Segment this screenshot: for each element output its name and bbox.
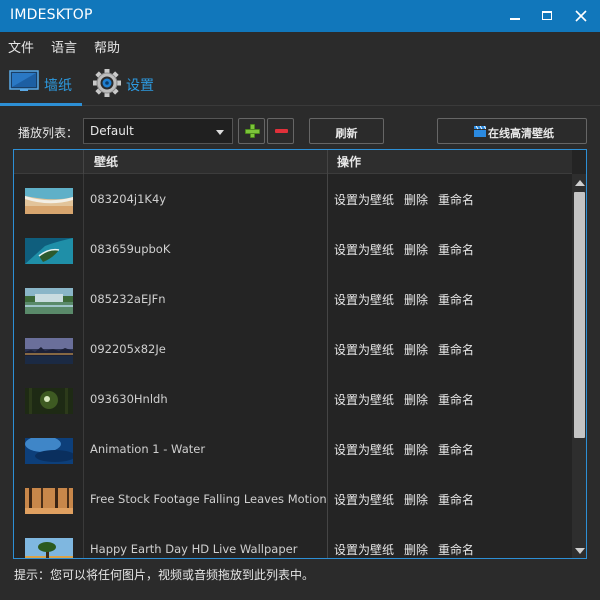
minimize-button[interactable] (498, 0, 532, 32)
tree-sky-thumbnail (25, 538, 73, 558)
wallpaper-table: 壁纸 操作 083204j1K4y 设置为壁纸 删除 重命名 083659upb… (13, 149, 587, 559)
beach-thumbnail (25, 188, 73, 214)
title-bar: IMDESKTOP (0, 0, 600, 32)
scroll-up-icon[interactable] (575, 180, 585, 186)
rename-link[interactable]: 重命名 (438, 291, 474, 308)
column-divider (83, 150, 84, 174)
set-wallpaper-link[interactable]: 设置为壁纸 (334, 541, 394, 558)
delete-link[interactable]: 删除 (404, 341, 428, 358)
menu-language[interactable]: 语言 (51, 37, 77, 56)
clapperboard-icon (474, 126, 486, 137)
add-playlist-button[interactable] (238, 118, 265, 144)
online-wallpaper-button[interactable]: 在线高清壁纸 (437, 118, 587, 144)
wallpaper-name: Happy Earth Day HD Live Wallpaper (90, 542, 298, 556)
delete-link[interactable]: 删除 (404, 291, 428, 308)
refresh-button[interactable]: 刷新 (309, 118, 384, 144)
table-row[interactable]: 093630Hnldh 设置为壁纸 删除 重命名 (14, 376, 572, 426)
forest-thumbnail (25, 388, 73, 414)
app-title: IMDESKTOP (10, 7, 93, 23)
playlist-select-value: Default (90, 124, 134, 138)
rename-link[interactable]: 重命名 (438, 241, 474, 258)
maximize-icon (542, 11, 552, 20)
wallpaper-name: 092205x82Je (90, 342, 166, 356)
monitor-icon (9, 70, 39, 91)
tab-wallpaper[interactable]: 墙纸 (0, 60, 82, 106)
wallpaper-name: Animation 1 - Water (90, 442, 206, 456)
table-row[interactable]: Happy Earth Day HD Live Wallpaper 设置为壁纸 … (14, 526, 572, 558)
playlist-label: 播放列表： (18, 126, 79, 140)
wallpaper-name: 093630Hnldh (90, 392, 168, 406)
rename-link[interactable]: 重命名 (438, 541, 474, 558)
chevron-down-icon (216, 130, 224, 135)
table-row[interactable]: 083659upboK 设置为壁纸 删除 重命名 (14, 226, 572, 276)
autumn-leaves-thumbnail (25, 488, 73, 514)
online-wallpaper-label: 在线高清壁纸 (488, 127, 554, 140)
header-wallpaper: 壁纸 (94, 155, 119, 169)
menu-bar: 文件 语言 帮助 (0, 32, 600, 58)
waterfall-thumbnail (25, 288, 73, 314)
playlist-select[interactable]: Default (83, 118, 233, 144)
rename-link[interactable]: 重命名 (438, 341, 474, 358)
gear-icon (93, 69, 121, 97)
menu-file[interactable]: 文件 (8, 37, 34, 56)
water-thumbnail (25, 438, 73, 464)
tab-settings-label: 设置 (126, 78, 154, 94)
set-wallpaper-link[interactable]: 设置为壁纸 (334, 241, 394, 258)
table-row[interactable]: Animation 1 - Water 设置为壁纸 删除 重命名 (14, 426, 572, 476)
remove-playlist-button[interactable] (267, 118, 294, 144)
vertical-scrollbar[interactable] (572, 174, 586, 558)
tab-wallpaper-label: 墙纸 (44, 78, 72, 94)
delete-link[interactable]: 删除 (404, 441, 428, 458)
delete-link[interactable]: 删除 (404, 491, 428, 508)
rename-link[interactable]: 重命名 (438, 391, 474, 408)
rename-link[interactable]: 重命名 (438, 441, 474, 458)
scrollbar-thumb[interactable] (574, 192, 585, 438)
set-wallpaper-link[interactable]: 设置为壁纸 (334, 191, 394, 208)
tab-settings[interactable]: 设置 (88, 60, 168, 106)
set-wallpaper-link[interactable]: 设置为壁纸 (334, 341, 394, 358)
set-wallpaper-link[interactable]: 设置为壁纸 (334, 391, 394, 408)
wallpaper-name: 085232aEJFn (90, 292, 166, 306)
minimize-icon (510, 18, 520, 20)
table-header: 壁纸 操作 (14, 150, 572, 174)
delete-link[interactable]: 删除 (404, 541, 428, 558)
delete-link[interactable]: 删除 (404, 241, 428, 258)
header-actions: 操作 (337, 155, 362, 169)
tab-bar: 墙纸 设置 (0, 60, 600, 106)
delete-link[interactable]: 删除 (404, 391, 428, 408)
delete-link[interactable]: 删除 (404, 191, 428, 208)
wallpaper-name: Free Stock Footage Falling Leaves Motion… (90, 492, 326, 506)
set-wallpaper-link[interactable]: 设置为壁纸 (334, 441, 394, 458)
set-wallpaper-link[interactable]: 设置为壁纸 (334, 291, 394, 308)
set-wallpaper-link[interactable]: 设置为壁纸 (334, 491, 394, 508)
wallpaper-name: 083204j1K4y (90, 192, 167, 206)
active-tab-indicator (0, 103, 82, 106)
table-row[interactable]: 083204j1K4y 设置为壁纸 删除 重命名 (14, 176, 572, 226)
minus-icon (275, 129, 288, 133)
rename-link[interactable]: 重命名 (438, 191, 474, 208)
scroll-down-icon[interactable] (575, 548, 585, 554)
close-button[interactable] (564, 0, 598, 32)
menu-help[interactable]: 帮助 (94, 37, 120, 56)
table-row[interactable]: 085232aEJFn 设置为壁纸 删除 重命名 (14, 276, 572, 326)
close-icon (575, 10, 587, 22)
hint-text: 提示：您可以将任何图片，视频或音频拖放到此列表中。 (14, 568, 315, 582)
refresh-button-label: 刷新 (335, 127, 358, 140)
coast-thumbnail (25, 238, 73, 264)
table-row[interactable]: 092205x82Je 设置为壁纸 删除 重命名 (14, 326, 572, 376)
rename-link[interactable]: 重命名 (438, 491, 474, 508)
wallpaper-name: 083659upboK (90, 242, 171, 256)
maximize-button[interactable] (530, 0, 564, 32)
city-night-thumbnail (25, 338, 73, 364)
table-row[interactable]: Free Stock Footage Falling Leaves Motion… (14, 476, 572, 526)
